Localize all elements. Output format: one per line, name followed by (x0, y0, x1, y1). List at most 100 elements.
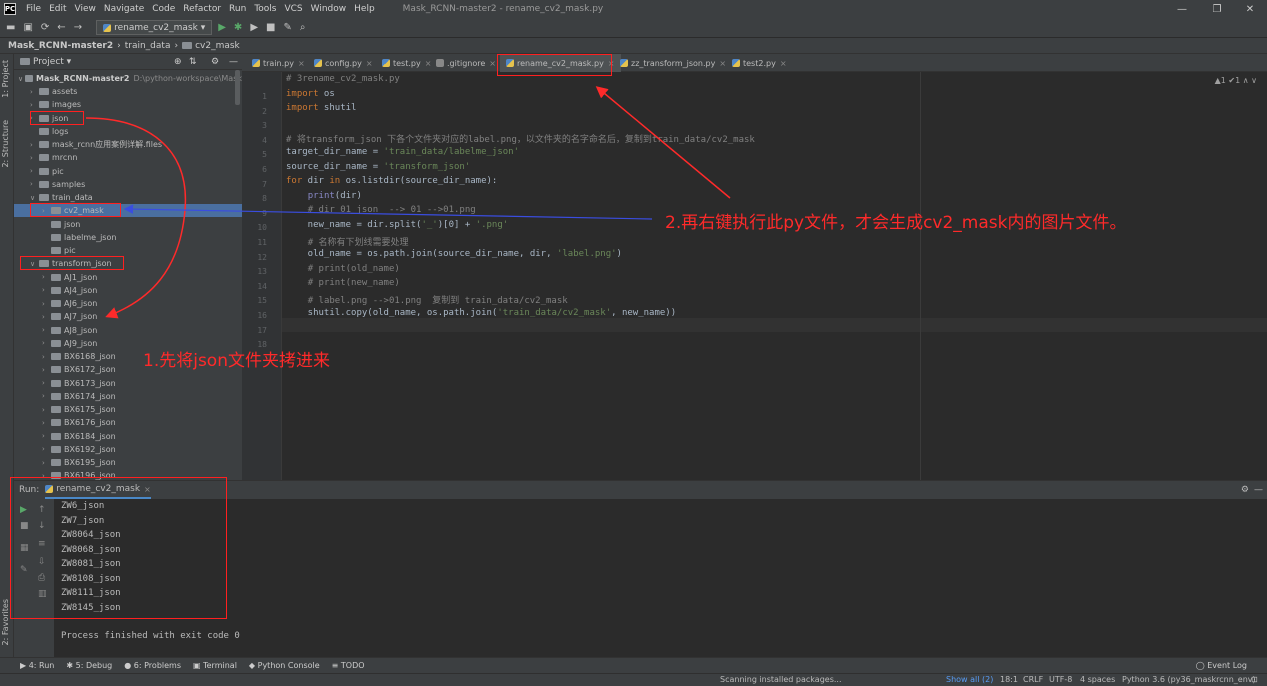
tree-item[interactable]: › BX6195_json (14, 456, 242, 469)
menu-navigate[interactable]: Navigate (100, 4, 148, 14)
status-indent[interactable]: 4 spaces (1080, 675, 1115, 684)
tree-item[interactable]: › BX6184_json (14, 430, 242, 443)
maximize-icon[interactable]: ❐ (1200, 0, 1234, 18)
code-line[interactable]: new_name = dir.split('_')[0] + '.png' (286, 220, 509, 230)
tree-item[interactable]: › BX6175_json (14, 403, 242, 416)
code-line[interactable]: # dir 01_json --> 01 -->01.png (286, 205, 476, 215)
terminal-tool-tab[interactable]: ▣ Terminal (193, 661, 237, 670)
close-tab-icon[interactable]: × (489, 59, 496, 68)
tree-item[interactable]: json (14, 218, 242, 231)
menu-tools[interactable]: Tools (250, 4, 280, 14)
menu-window[interactable]: Window (307, 4, 351, 14)
status-show-all[interactable]: Show all (2) (946, 675, 993, 684)
collapse-arrow-icon[interactable]: › (42, 445, 51, 453)
tab-train-py[interactable]: train.py × (246, 54, 311, 72)
status-line-separator[interactable]: CRLF (1023, 675, 1043, 684)
search-icon[interactable]: ⌕ (300, 22, 306, 33)
run-icon[interactable]: ▶ (218, 22, 226, 33)
code-line[interactable]: target_dir_name = 'train_data/labelme_js… (286, 147, 519, 157)
code-line[interactable]: print(dir) (286, 191, 362, 201)
tree-item[interactable]: › images (14, 98, 242, 111)
menu-view[interactable]: View (71, 4, 100, 14)
todo-tool-tab[interactable]: ≡ TODO (332, 661, 365, 670)
collapse-arrow-icon[interactable]: › (42, 392, 51, 400)
code-line[interactable]: import shutil (286, 103, 356, 113)
open-folder-icon[interactable]: ▬ (6, 22, 15, 33)
project-scrollbar[interactable] (235, 70, 240, 105)
collapse-arrow-icon[interactable]: › (42, 313, 51, 321)
status-encoding[interactable]: UTF-8 (1049, 675, 1072, 684)
sync-icon[interactable]: ⟳ (41, 22, 49, 33)
python-console-tool-tab[interactable]: ◆ Python Console (249, 661, 320, 670)
stop-icon[interactable]: ■ (266, 22, 275, 33)
collapse-arrow-icon[interactable]: › (42, 286, 51, 294)
back-arrow-icon[interactable]: ← (57, 22, 65, 33)
tab-test2-py[interactable]: test2.py × (726, 54, 793, 72)
code-line[interactable]: # label.png -->01.png 复制到 train_data/cv2… (286, 293, 568, 306)
status-position[interactable]: 18:1 (1000, 675, 1018, 684)
code-line[interactable]: # print(new_name) (286, 278, 400, 288)
inspection-widget[interactable]: ▲1 ✔1 ∧ ∨ (1215, 76, 1257, 85)
collapse-arrow-icon[interactable]: › (30, 88, 39, 96)
forward-arrow-icon[interactable]: → (74, 22, 82, 33)
lock-icon[interactable]: ⊡ (1251, 675, 1258, 684)
tree-item[interactable]: › mrcnn (14, 151, 242, 164)
collapse-arrow-icon[interactable]: › (42, 366, 51, 374)
menu-file[interactable]: File (22, 4, 45, 14)
wrench-icon[interactable]: ✎ (283, 22, 291, 33)
target-icon[interactable]: ⊕ (174, 57, 182, 67)
tab-zz-transform-json-py[interactable]: zz_transform_json.py × (614, 54, 732, 72)
tree-item[interactable]: › AJ4_json (14, 284, 242, 297)
status-interpreter[interactable]: Python 3.6 (py36_maskrcnn_env) (1122, 675, 1256, 684)
project-tool-tab[interactable]: 1: Project (1, 60, 10, 98)
menu-vcs[interactable]: VCS (280, 4, 306, 14)
tree-item[interactable]: › BX6173_json (14, 377, 242, 390)
debug-icon[interactable]: ✱ (234, 22, 242, 33)
run-config-dropdown[interactable]: rename_cv2_mask ▾ (96, 20, 213, 35)
run-tool-tab[interactable]: ▶ 4: Run (20, 661, 54, 670)
tree-item[interactable]: › samples (14, 178, 242, 191)
code-line[interactable]: source_dir_name = 'transform_json' (286, 162, 470, 172)
collapse-arrow-icon[interactable]: › (30, 167, 39, 175)
collapse-arrow-icon[interactable]: › (30, 180, 39, 188)
collapse-arrow-icon[interactable]: › (42, 432, 51, 440)
gear-icon[interactable]: ⚙ (1241, 485, 1249, 495)
code-line[interactable]: # 名称有下划线需要处理 (286, 235, 409, 248)
project-panel-title[interactable]: Project (33, 57, 64, 67)
menu-refactor[interactable]: Refactor (179, 4, 225, 14)
collapse-arrow-icon[interactable]: › (42, 353, 51, 361)
close-tab-icon[interactable]: × (780, 59, 787, 68)
tree-root[interactable]: ∨ Mask_RCNN-master2 D:\python-workspace\… (14, 72, 242, 85)
collapse-arrow-icon[interactable]: › (42, 339, 51, 347)
menu-code[interactable]: Code (148, 4, 179, 14)
breadcrumb-cv2-mask[interactable]: cv2_mask (195, 41, 240, 51)
tab-test-py[interactable]: test.py × (376, 54, 437, 72)
tree-item[interactable]: › mask_rcnn应用案例详解.files (14, 138, 242, 151)
minimize-icon[interactable]: — (1165, 0, 1199, 18)
code-line[interactable]: # 将transform_json 下各个文件夹对应的label.png，以文件… (286, 132, 755, 145)
hide-icon[interactable]: — (1254, 485, 1263, 495)
tree-item[interactable]: › pic (14, 165, 242, 178)
coverage-icon[interactable]: ▶ (250, 22, 258, 33)
collapse-arrow-icon[interactable]: › (42, 326, 51, 334)
tree-item[interactable]: › AJ7_json (14, 310, 242, 323)
tree-item[interactable]: › AJ1_json (14, 271, 242, 284)
tab-config-py[interactable]: config.py × (308, 54, 379, 72)
gear-icon[interactable]: ⚙ (211, 57, 219, 67)
tree-item[interactable]: › assets (14, 85, 242, 98)
collapse-arrow-icon[interactable]: › (42, 459, 51, 467)
structure-tool-tab[interactable]: 2: Structure (1, 120, 10, 168)
collapse-arrow-icon[interactable]: › (30, 141, 39, 149)
tree-item[interactable]: › BX6174_json (14, 390, 242, 403)
code-line[interactable]: shutil.copy(old_name, os.path.join('trai… (286, 308, 676, 318)
hide-icon[interactable]: — (229, 57, 238, 67)
event-log-tab[interactable]: ◯ Event Log (1196, 661, 1247, 670)
collapse-arrow-icon[interactable]: › (42, 300, 51, 308)
code-line[interactable]: # 3rename_cv2_mask.py (286, 74, 400, 84)
tree-item[interactable]: › AJ6_json (14, 297, 242, 310)
close-window-icon[interactable]: ✕ (1233, 0, 1267, 18)
menu-run[interactable]: Run (225, 4, 250, 14)
close-tab-icon[interactable]: × (298, 59, 305, 68)
collapse-arrow-icon[interactable]: › (42, 273, 51, 281)
expand-arrow-icon[interactable]: ∨ (30, 194, 39, 202)
